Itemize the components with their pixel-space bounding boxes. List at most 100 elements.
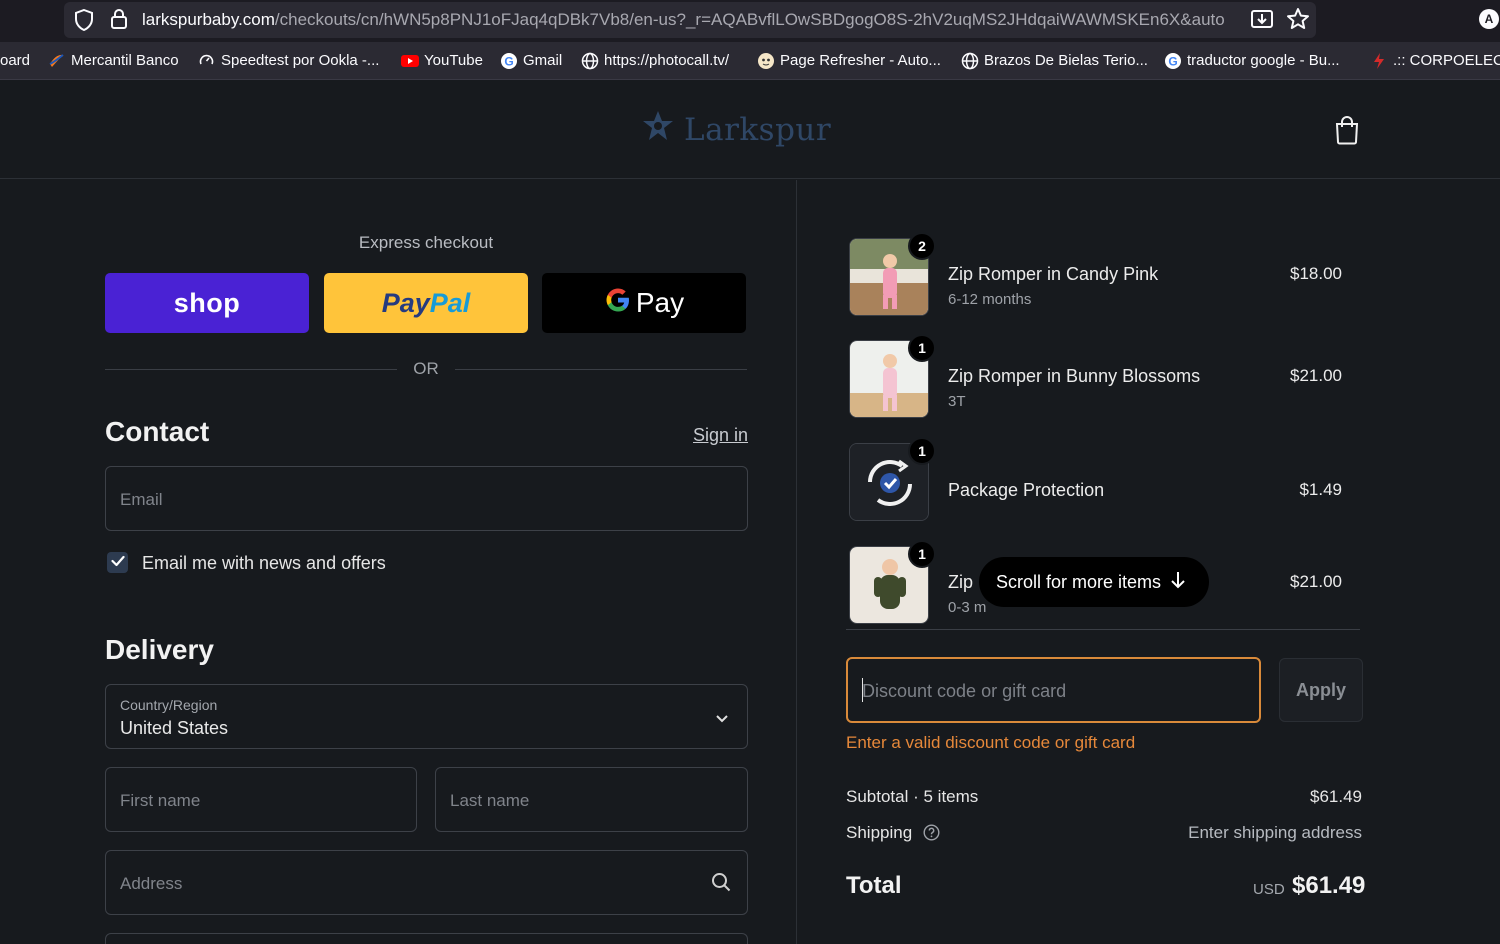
total-label: Total [846, 872, 902, 899]
item-name: Zip Romper in Candy Pink [948, 264, 1159, 284]
item-price: $21.00 [1290, 572, 1342, 591]
express-checkout-title: Express checkout [358, 233, 494, 252]
corpoelec-icon [1370, 52, 1387, 69]
currency-code: USD [1253, 881, 1285, 898]
bookmark-item[interactable]: G Gmail [500, 52, 562, 69]
bookmark-item[interactable]: Speedtest por Ookla -... [198, 52, 379, 69]
bookmark-label: oard [0, 52, 31, 69]
cart-item: 1 Package Protection $1.49 [846, 437, 1342, 533]
shopping-bag-icon[interactable] [1334, 115, 1360, 150]
cart-items-list[interactable]: 2 Zip Romper in Candy Pink 6-12 months $… [846, 230, 1360, 630]
paypal-label-b: Pal [429, 287, 471, 318]
bookmark-item[interactable]: oard [0, 52, 30, 69]
globe-icon [581, 52, 599, 70]
flower-logo-icon [638, 109, 678, 150]
sign-in-link[interactable]: Sign in [693, 425, 748, 446]
address-placeholder: Address [120, 874, 183, 893]
shipping-value: Enter shipping address [1188, 823, 1362, 842]
item-name: Zip [948, 572, 974, 592]
quantity-badge: 1 [908, 437, 936, 465]
quantity-badge: 1 [908, 334, 936, 362]
discount-placeholder: Discount code or gift card [862, 681, 1067, 701]
checkmark-icon [110, 554, 125, 572]
last-name-placeholder: Last name [450, 791, 530, 810]
country-label: Country/Region [120, 697, 218, 713]
url-path: /checkouts/cn/hWN5p8PNJ1oFJaq4qDBk7Vb8/e… [274, 10, 1225, 29]
last-name-field[interactable]: Last name [435, 767, 748, 832]
paypal-button[interactable]: Pay Pal [324, 273, 528, 333]
subtotal-label: Subtotal · 5 items [846, 787, 979, 806]
item-name: Zip Romper in Bunny Blossoms [948, 366, 1201, 386]
item-variant: 6-12 months [948, 291, 1032, 308]
store-logo[interactable]: Larkspur [638, 109, 831, 150]
email-placeholder: Email [120, 490, 163, 509]
first-name-placeholder: First name [120, 791, 201, 810]
apply-discount-button[interactable]: Apply [1279, 658, 1363, 722]
bookmark-label: traductor google - Bu... [1187, 52, 1340, 69]
shipping-label: Shipping [846, 823, 913, 842]
divider-line [455, 369, 747, 370]
item-variant: 0-3 m [948, 599, 987, 616]
item-price: $1.49 [1299, 480, 1342, 499]
google-g-icon [604, 286, 632, 321]
shop-pay-button[interactable]: shop [105, 273, 309, 333]
first-name-field[interactable]: First name [105, 767, 417, 832]
mercantil-icon [48, 52, 65, 69]
bookmark-item[interactable]: Mercantil Banco [48, 52, 179, 69]
paypal-label-a: Pay [381, 287, 430, 318]
youtube-icon [401, 52, 419, 69]
item-variant: 3T [948, 393, 966, 410]
bookmark-label: Page Refresher - Auto... [780, 52, 941, 69]
scroll-hint-label: Scroll for more items [996, 571, 1162, 592]
shipping-row: Shipping Enter shipping address [846, 823, 1362, 847]
news-checkbox[interactable] [107, 552, 128, 573]
delivery-heading: Delivery [105, 634, 214, 665]
discount-error-message: Enter a valid discount code or gift card [846, 733, 1136, 752]
bookmark-item[interactable]: Brazos De Bielas Terio... [961, 52, 1148, 70]
email-field[interactable]: Email [105, 466, 748, 531]
arrow-down-icon [1171, 571, 1185, 594]
bookmark-item[interactable]: https://photocall.tv/ [581, 52, 729, 70]
svg-text:G: G [1168, 55, 1177, 69]
bookmark-label: Speedtest por Ookla -... [221, 52, 380, 69]
or-label: OR [413, 359, 439, 378]
shop-pay-label: shop [173, 287, 241, 318]
quantity-badge: 2 [908, 232, 936, 260]
address-field[interactable]: Address [105, 850, 748, 915]
search-icon[interactable] [711, 872, 731, 897]
download-icon[interactable] [1250, 8, 1274, 35]
country-value: United States [120, 718, 229, 738]
url-host: larkspurbaby.com [142, 10, 275, 29]
refresher-icon [757, 52, 774, 69]
country-select[interactable]: Country/Region United States [105, 684, 748, 749]
google-pay-label: Pay [635, 287, 685, 318]
tracking-shield-icon[interactable] [74, 8, 94, 36]
browser-toolbar: larkspurbaby.com/checkouts/cn/hWN5p8PNJ1… [0, 0, 1500, 42]
help-circle-icon[interactable] [923, 824, 940, 846]
or-divider: OR [105, 359, 747, 381]
subtotal-value: $61.49 [1310, 787, 1362, 806]
google-icon: G [500, 52, 517, 69]
bookmark-item[interactable]: YouTube [401, 52, 483, 69]
google-pay-button[interactable]: Pay [542, 273, 746, 333]
discount-code-input[interactable]: Discount code or gift card [846, 657, 1261, 723]
apartment-field[interactable] [105, 933, 748, 944]
bookmark-label: Mercantil Banco [71, 52, 179, 69]
total-value: $61.49 [1292, 872, 1366, 899]
lock-icon[interactable] [109, 8, 129, 35]
bookmark-item[interactable]: Page Refresher - Auto... [757, 52, 941, 69]
bookmark-star-icon[interactable] [1286, 7, 1310, 36]
item-price: $21.00 [1290, 366, 1342, 385]
news-checkbox-label[interactable]: Email me with news and offers [142, 553, 386, 574]
google-icon: G [1164, 52, 1181, 69]
quantity-badge: 1 [908, 540, 936, 568]
scroll-for-more-button[interactable]: Scroll for more items [979, 557, 1209, 607]
url-text[interactable]: larkspurbaby.com/checkouts/cn/hWN5p8PNJ1… [142, 10, 1238, 30]
order-summary-column: 2 Zip Romper in Candy Pink 6-12 months $… [798, 180, 1500, 944]
item-name: Package Protection [948, 480, 1105, 500]
bookmark-item[interactable]: G traductor google - Bu... [1164, 52, 1340, 69]
contact-heading: Contact [105, 416, 210, 447]
profile-avatar[interactable]: A [1479, 9, 1499, 29]
bookmark-item[interactable]: .:: CORPOELEC : [1370, 52, 1500, 69]
divider-line [105, 369, 397, 370]
